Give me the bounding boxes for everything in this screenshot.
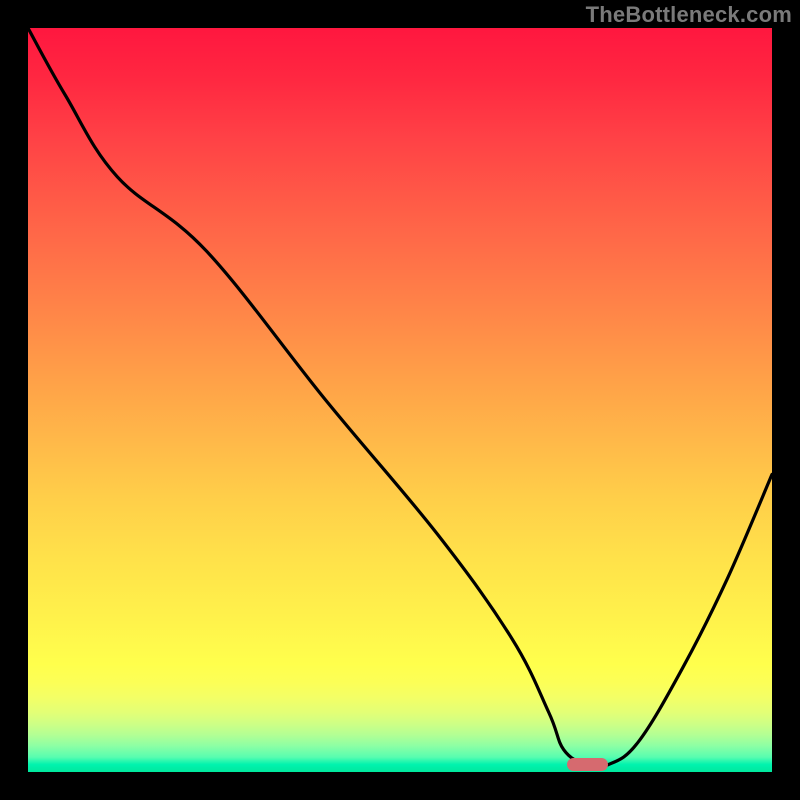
watermark-text: TheBottleneck.com (586, 2, 792, 28)
plot-area (28, 28, 772, 772)
chart-frame: TheBottleneck.com (0, 0, 800, 800)
optimal-marker (567, 758, 608, 771)
bottleneck-curve (28, 28, 772, 772)
